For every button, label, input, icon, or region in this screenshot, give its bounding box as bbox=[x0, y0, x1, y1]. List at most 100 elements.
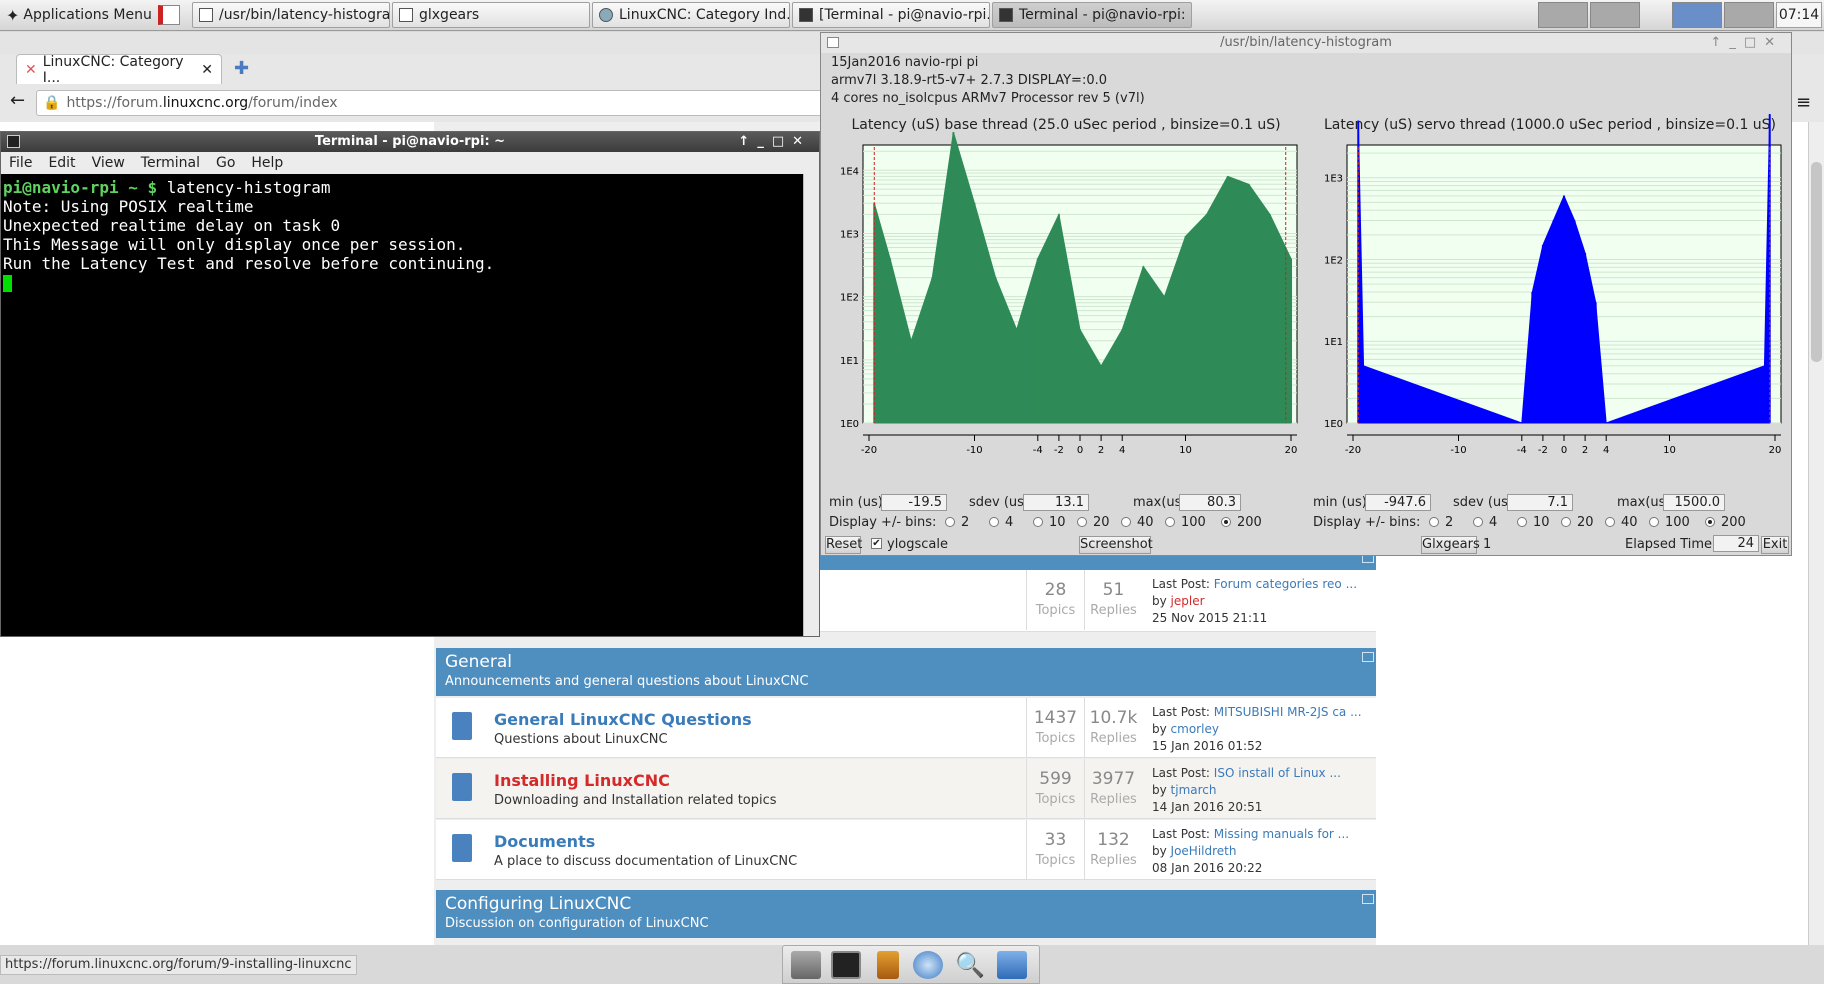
bins-radio-40[interactable] bbox=[1121, 517, 1131, 527]
collapse-icon[interactable] bbox=[1362, 652, 1374, 662]
command-text: latency-histogram bbox=[157, 178, 331, 197]
logout-icon[interactable] bbox=[158, 5, 180, 25]
bins-radio-4[interactable] bbox=[989, 517, 999, 527]
menu-go[interactable]: Go bbox=[216, 155, 235, 171]
bins-radio-2[interactable] bbox=[945, 517, 955, 527]
last-post-link[interactable]: Forum categories reo ... bbox=[1214, 577, 1357, 591]
topics-count: 33 Topics bbox=[1026, 820, 1084, 880]
exit-button[interactable]: Exit bbox=[1761, 536, 1789, 554]
user-link[interactable]: tjmarch bbox=[1171, 783, 1217, 797]
menu-help[interactable]: Help bbox=[251, 155, 283, 171]
show-desktop-icon[interactable] bbox=[791, 951, 821, 979]
category-subtitle: Discussion on configuration of LinuxCNC bbox=[445, 916, 709, 931]
x-tick-label: -20 bbox=[861, 445, 877, 456]
forum-row-installing: Installing LinuxCNC Downloading and Inst… bbox=[436, 759, 1376, 819]
last-post-link[interactable]: MITSUBISHI MR-2JS ca ... bbox=[1214, 705, 1362, 719]
bins-radio-4[interactable] bbox=[1473, 517, 1483, 527]
browser-tab[interactable]: ✕ LinuxCNC: Category I... ✕ bbox=[16, 54, 222, 86]
glxgears-count: 1 bbox=[1483, 537, 1492, 552]
bins-row: Display +/- bins: 2 4 10 20 40 100 200 bbox=[829, 514, 1309, 532]
last-post-link[interactable]: Missing manuals for ... bbox=[1214, 827, 1349, 841]
bins-radio-label: 4 bbox=[1489, 515, 1498, 530]
clock[interactable]: 07:14 bbox=[1776, 2, 1822, 28]
terminal-title-text: Terminal - pi@navio-rpi: ~ bbox=[314, 134, 506, 149]
menu-terminal[interactable]: Terminal bbox=[141, 155, 200, 171]
back-icon[interactable]: ← bbox=[10, 90, 25, 111]
command-line: pi@navio-rpi ~ $ latency-histogram bbox=[3, 178, 801, 197]
menu-file[interactable]: File bbox=[9, 155, 32, 171]
x-tick-label: 4 bbox=[1603, 445, 1609, 456]
glxgears-button[interactable]: Glxgears bbox=[1421, 536, 1480, 554]
bins-radio-200[interactable] bbox=[1705, 517, 1715, 527]
forum-book-icon bbox=[452, 712, 472, 740]
terminal-title[interactable]: Terminal - pi@navio-rpi: ~ ↑_□✕ bbox=[1, 132, 819, 152]
window-icon bbox=[399, 8, 413, 22]
task-glxgears[interactable]: glxgears bbox=[392, 2, 590, 28]
new-tab-icon[interactable]: ✚ bbox=[234, 58, 249, 79]
bins-radio-10[interactable] bbox=[1033, 517, 1043, 527]
forum-description: Questions about LinuxCNC bbox=[494, 732, 668, 747]
workspace-3[interactable] bbox=[1672, 2, 1722, 28]
sdev-value: 7.1 bbox=[1507, 494, 1573, 511]
workspace-2[interactable] bbox=[1590, 2, 1640, 28]
window-controls[interactable]: ↑_□✕ bbox=[1710, 33, 1783, 53]
hamburger-menu-icon[interactable]: ≡ bbox=[1796, 92, 1811, 113]
bins-radio-20[interactable] bbox=[1077, 517, 1087, 527]
user-link[interactable]: JoeHildreth bbox=[1171, 844, 1237, 858]
search-icon[interactable]: 🔍 bbox=[955, 951, 985, 979]
menu-edit[interactable]: Edit bbox=[48, 155, 75, 171]
workspace-1[interactable] bbox=[1538, 2, 1588, 28]
topics-count: 599 Topics bbox=[1026, 759, 1084, 819]
forum-title-link[interactable]: Installing LinuxCNC bbox=[494, 771, 670, 790]
terminal-launcher-icon[interactable] bbox=[831, 951, 861, 979]
forum-title-link[interactable]: General LinuxCNC Questions bbox=[494, 710, 752, 729]
bins-radio-label: 40 bbox=[1137, 515, 1154, 530]
bins-radio-10[interactable] bbox=[1517, 517, 1527, 527]
menu-view[interactable]: View bbox=[92, 155, 125, 171]
file-manager-launcher-icon[interactable] bbox=[877, 951, 899, 979]
task-terminal-1[interactable]: [Terminal - pi@navio-rpi... bbox=[792, 2, 990, 28]
last-post-link[interactable]: ISO install of Linux ... bbox=[1214, 766, 1341, 780]
applications-menu-label: Applications Menu bbox=[23, 7, 152, 23]
task-browser[interactable]: LinuxCNC: Category Ind... bbox=[592, 2, 790, 28]
task-terminal-2[interactable]: Terminal - pi@navio-rpi: ~ bbox=[992, 2, 1192, 28]
category-configuring[interactable]: Configuring LinuxCNC Discussion on confi… bbox=[436, 890, 1376, 938]
page-scrollbar[interactable] bbox=[1808, 122, 1824, 945]
applications-menu[interactable]: ✦ Applications Menu bbox=[2, 2, 156, 28]
replies-count: 51 Replies bbox=[1084, 570, 1142, 630]
category-general[interactable]: General Announcements and general questi… bbox=[436, 648, 1376, 696]
bins-radio-label: 20 bbox=[1577, 515, 1594, 530]
scrollbar-thumb[interactable] bbox=[1811, 162, 1822, 362]
user-link[interactable]: jepler bbox=[1171, 594, 1205, 608]
bins-radio-40[interactable] bbox=[1605, 517, 1615, 527]
bins-radio-100[interactable] bbox=[1165, 517, 1175, 527]
terminal-output[interactable]: pi@navio-rpi ~ $ latency-histogram Note: … bbox=[1, 174, 803, 636]
collapse-icon[interactable] bbox=[1362, 894, 1374, 904]
bins-radio-100[interactable] bbox=[1649, 517, 1659, 527]
bins-radio-20[interactable] bbox=[1561, 517, 1571, 527]
top-panel: ✦ Applications Menu /usr/bin/latency-his… bbox=[0, 0, 1824, 31]
bins-radio-label: 100 bbox=[1665, 515, 1690, 530]
bins-label: Display +/- bins: bbox=[1313, 515, 1421, 530]
reset-button[interactable]: Reset bbox=[825, 536, 862, 554]
y-tick-label: 1E0 bbox=[840, 419, 859, 430]
bins-radio-2[interactable] bbox=[1429, 517, 1439, 527]
histogram-chart: 1E01E11E21E31E4-20 -10 -4 -2 0 2 4 10 20 bbox=[840, 132, 1298, 456]
web-browser-launcher-icon[interactable] bbox=[913, 951, 943, 979]
user-link[interactable]: cmorley bbox=[1171, 722, 1219, 736]
window-controls[interactable]: ↑_□✕ bbox=[738, 132, 811, 152]
bins-radio-200[interactable] bbox=[1221, 517, 1231, 527]
output-line: Unexpected realtime delay on task 0 bbox=[3, 216, 341, 235]
forum-title-link[interactable]: Documents bbox=[494, 832, 595, 851]
close-tab-icon[interactable]: ✕ bbox=[201, 62, 213, 78]
ylogscale-checkbox[interactable]: ✔ bbox=[871, 538, 882, 549]
terminal-icon bbox=[7, 135, 20, 148]
histogram-title-text: /usr/bin/latency-histogram bbox=[1220, 35, 1392, 50]
terminal-scrollbar[interactable] bbox=[803, 174, 819, 636]
histogram-title[interactable]: /usr/bin/latency-histogram ↑_□✕ bbox=[821, 33, 1791, 53]
folder-icon[interactable] bbox=[997, 951, 1027, 979]
topics-count: 1437 Topics bbox=[1026, 698, 1084, 758]
task-latency-histogram[interactable]: /usr/bin/latency-histogram bbox=[192, 2, 390, 28]
workspace-4[interactable] bbox=[1724, 2, 1774, 28]
screenshot-button[interactable]: Screenshot bbox=[1079, 536, 1153, 554]
